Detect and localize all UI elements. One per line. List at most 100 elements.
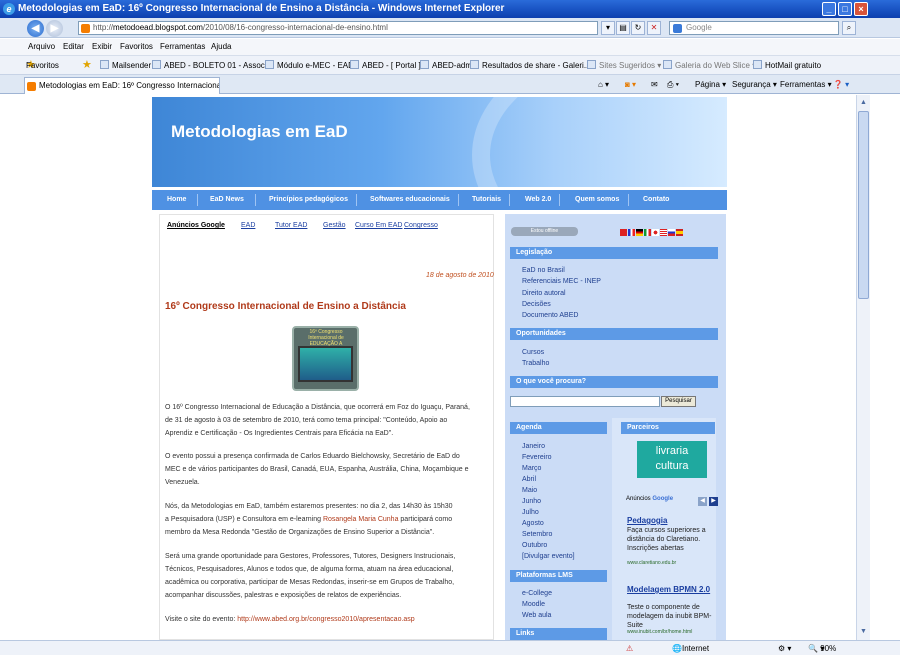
home-icon[interactable]: ⌂ ▾ [598, 75, 609, 94]
blog-search-input[interactable] [510, 396, 660, 407]
print-icon[interactable]: ⎙ ▾ [667, 75, 679, 94]
link-documento-abed[interactable]: Documento ABED [522, 312, 578, 319]
link-decisoes[interactable]: Decisões [522, 301, 551, 308]
page-menu[interactable]: Página ▾ [695, 75, 726, 94]
fav-item[interactable]: Mailsender [100, 56, 151, 75]
nav-ead-news[interactable]: EaD News [210, 190, 244, 210]
search-icon[interactable]: ⌕ [842, 21, 856, 35]
agenda-month[interactable]: Julho [522, 509, 539, 516]
offline-badge[interactable]: Estou offline [511, 227, 578, 236]
nav-home[interactable]: Home [167, 190, 186, 210]
menu-exibir[interactable]: Exibir [92, 39, 112, 55]
search-input[interactable]: Google [669, 21, 839, 35]
flag-icon[interactable] [620, 229, 627, 236]
fav-item[interactable]: ABED - [ Portal ] [350, 56, 421, 75]
post-title[interactable]: 16º Congresso Internacional de Ensino a … [165, 301, 406, 312]
link-referenciais[interactable]: Referenciais MEC - INEP [522, 278, 601, 285]
ad-title-bpmn[interactable]: Modelagem BPMN 2.0 [627, 585, 717, 594]
agenda-month[interactable]: Fevereiro [522, 454, 552, 461]
link-cursos[interactable]: Cursos [522, 349, 544, 356]
fav-item[interactable]: ABED - BOLETO 01 - Associ... [152, 56, 273, 75]
agenda-month[interactable]: Outubro [522, 542, 547, 549]
stop-icon[interactable]: ✕ [647, 21, 661, 35]
scroll-down-icon[interactable]: ▼ [858, 625, 869, 638]
tab-current[interactable]: Metodologias em EaD: 16º Congresso Inter… [24, 77, 220, 94]
rss-icon[interactable]: ◙ ▾ [625, 75, 636, 94]
vertical-scrollbar[interactable]: ▲ ▼ [856, 95, 870, 640]
nav-principios[interactable]: Princípios pedagógicos [269, 190, 348, 210]
fav-item[interactable]: HotMail gratuito [753, 56, 821, 75]
protected-mode-icon[interactable]: ⚙ ▾ [778, 641, 791, 655]
blog-search-button[interactable]: Pesquisar [661, 396, 696, 407]
nav-contato[interactable]: Contato [643, 190, 669, 210]
address-dropdown-icon[interactable]: ▾ [601, 21, 615, 35]
event-link[interactable]: http://www.abed.org.br/congresso2010/apr… [237, 616, 414, 623]
flag-icon[interactable] [644, 229, 651, 236]
mail-icon[interactable]: ✉ [651, 75, 658, 94]
fav-item[interactable]: ABED-adm [420, 56, 472, 75]
rosangela-link[interactable]: Rosangela Maria Cunha [323, 516, 399, 523]
menu-ferramentas[interactable]: Ferramentas [160, 39, 205, 55]
menu-editar[interactable]: Editar [63, 39, 84, 55]
agenda-month[interactable]: Setembro [522, 531, 552, 538]
ad-link[interactable]: Congresso [404, 222, 438, 229]
agenda-month[interactable]: Junho [522, 498, 541, 505]
tools-menu[interactable]: Ferramentas ▾ [780, 75, 832, 94]
link-direito-autoral[interactable]: Direito autoral [522, 290, 566, 297]
back-button[interactable]: ◀ [27, 20, 44, 37]
ad-link[interactable]: Curso Em EAD [355, 222, 402, 229]
help-icon[interactable]: ❓ ▾ [833, 75, 849, 94]
link-trabalho[interactable]: Trabalho [522, 360, 549, 367]
add-favorite-icon[interactable]: ★ [82, 56, 92, 75]
flag-icon[interactable] [660, 229, 667, 236]
nav-web20[interactable]: Web 2.0 [525, 190, 551, 210]
nav-quem-somos[interactable]: Quem somos [575, 190, 619, 210]
livraria-cultura-logo[interactable]: livraria cultura [637, 441, 707, 478]
nav-tutoriais[interactable]: Tutoriais [472, 190, 501, 210]
agenda-month[interactable]: Agosto [522, 520, 544, 527]
agenda-month[interactable]: Março [522, 465, 541, 472]
scroll-up-icon[interactable]: ▲ [858, 96, 869, 109]
fav-item[interactable]: Sites Sugeridos ▾ [587, 56, 661, 75]
menu-favoritos[interactable]: Favoritos [120, 39, 153, 55]
language-flags[interactable] [620, 228, 684, 236]
security-menu[interactable]: Segurança ▾ [732, 75, 777, 94]
ad-link[interactable]: Tutor EAD [275, 222, 307, 229]
ad-link[interactable]: EAD [241, 222, 255, 229]
divulgar-evento-link[interactable]: [Divulgar evento] [522, 553, 575, 560]
ads-next-icon[interactable]: ▶ [709, 497, 718, 506]
blog-title[interactable]: Metodologias em EaD [171, 122, 348, 142]
agenda-month[interactable]: Abril [522, 476, 536, 483]
link-ecollege[interactable]: e-College [522, 590, 552, 597]
menu-ajuda[interactable]: Ajuda [211, 39, 231, 55]
link-web-aula[interactable]: Web aula [522, 612, 551, 619]
link-moodle[interactable]: Moodle [522, 601, 545, 608]
flag-icon[interactable] [676, 229, 683, 236]
ads-prev-icon[interactable]: ◀ [698, 497, 707, 506]
menu-arquivo[interactable]: Arquivo [28, 39, 55, 55]
flag-icon[interactable] [652, 229, 659, 236]
maximize-button[interactable]: □ [838, 2, 852, 16]
forward-button[interactable]: ▶ [46, 20, 63, 37]
agenda-month[interactable]: Janeiro [522, 443, 545, 450]
popup-blocked-icon[interactable]: ⚠ [626, 641, 633, 655]
flag-icon[interactable] [636, 229, 643, 236]
nav-softwares[interactable]: Softwares educacionais [370, 190, 450, 210]
scroll-thumb[interactable] [858, 111, 869, 299]
ad-url[interactable]: www.inubit.com/br/home.html [627, 629, 692, 635]
fav-item[interactable]: Resultados de share - Galeri... [470, 56, 591, 75]
agenda-month[interactable]: Maio [522, 487, 537, 494]
fav-item[interactable]: Galeria do Web Slice ▾ [663, 56, 756, 75]
address-input[interactable]: http://metodoead.blogspot.com/2010/08/16… [78, 21, 598, 35]
link-ead-no-brasil[interactable]: EaD no Brasil [522, 267, 565, 274]
close-button[interactable]: × [854, 2, 868, 16]
zoom-control[interactable]: 🔍 90% ▾ [808, 641, 836, 655]
flag-icon[interactable] [668, 229, 675, 236]
refresh-icon[interactable]: ↻ [631, 21, 645, 35]
flag-icon[interactable] [628, 229, 635, 236]
ad-title-pedagogia[interactable]: Pedagogia [627, 516, 667, 525]
minimize-button[interactable]: _ [822, 2, 836, 16]
ad-link[interactable]: Gestão [323, 222, 346, 229]
ad-url[interactable]: www.claretiano.edu.br [627, 560, 676, 566]
fav-item[interactable]: Módulo e-MEC - EAD [265, 56, 354, 75]
